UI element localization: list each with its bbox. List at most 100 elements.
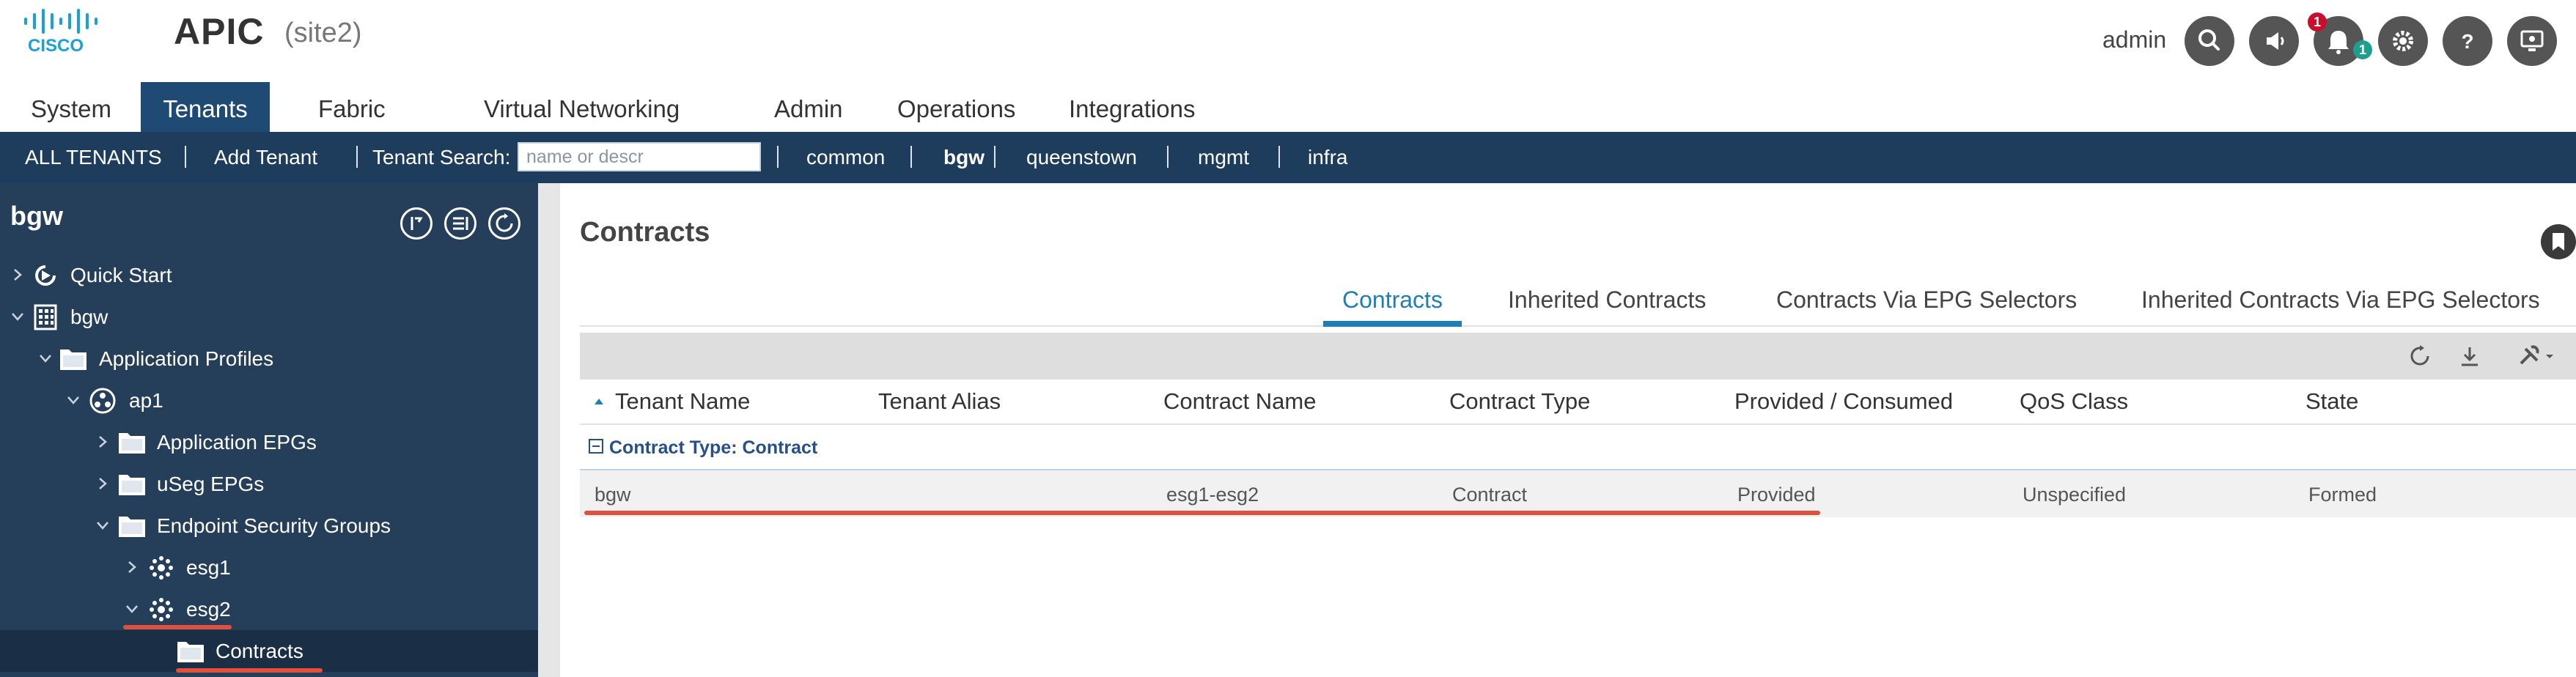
tab-system[interactable]: System [31, 82, 126, 132]
collapse-group-icon[interactable] [589, 439, 603, 454]
tab-integrations[interactable]: Integrations [1069, 82, 1223, 132]
annotation-underline [584, 511, 1820, 515]
chevron-down-icon [40, 355, 51, 363]
download-icon[interactable] [2457, 343, 2483, 369]
column-header-qos-class[interactable]: QoS Class [2020, 380, 2128, 423]
settings-gear-icon [2393, 31, 2413, 51]
pin-tool-button[interactable] [400, 207, 433, 240]
chevron-down-icon [97, 522, 108, 530]
refresh-tree-button[interactable] [488, 207, 520, 240]
folder-icon [177, 642, 204, 662]
tree-item-esg1[interactable]: esg1 [0, 547, 538, 588]
security-group-icon [150, 556, 173, 580]
folder-icon [119, 475, 145, 495]
folder-icon [60, 349, 87, 370]
application-profile-icon [89, 388, 116, 414]
settings-button[interactable] [2378, 16, 2428, 66]
tree-item-label: ap1 [129, 389, 163, 412]
tools-dropdown-icon[interactable] [2517, 343, 2558, 369]
column-header-contract-name[interactable]: Contract Name [1163, 380, 1316, 423]
separator [356, 146, 358, 168]
chevron-down-icon [12, 313, 23, 321]
tree-item-label: Contracts [216, 640, 303, 662]
table-header-row: Tenant Name Tenant Alias Contract Name C… [580, 380, 2576, 425]
all-tenants-link[interactable]: ALL TENANTS [25, 132, 162, 183]
separator [1167, 146, 1169, 168]
cisco-logo: CISCO [24, 9, 97, 54]
panel-divider[interactable] [538, 183, 560, 677]
page-title: Contracts [580, 217, 710, 248]
tab-virtual-networking[interactable]: Virtual Networking [484, 82, 704, 132]
tab-tenants[interactable]: Tenants [141, 82, 270, 132]
tree-item-label: Application Profiles [99, 347, 274, 370]
screen-button[interactable] [2507, 16, 2557, 66]
tab-contracts[interactable]: Contracts [1323, 277, 1462, 327]
tree-item-application-profiles[interactable]: Application Profiles [0, 338, 538, 380]
chevron-right-icon [128, 561, 136, 573]
chevron-right-icon [99, 436, 107, 448]
separator [994, 146, 996, 168]
column-header-tenant-alias[interactable]: Tenant Alias [878, 380, 1001, 423]
tenant-link-mgmt[interactable]: mgmt [1198, 132, 1249, 183]
column-header-state[interactable]: State [2305, 380, 2358, 423]
chevron-down-icon [126, 605, 138, 613]
nav-title: bgw [10, 201, 63, 231]
refresh-icon [496, 213, 513, 232]
tree-item-esg2[interactable]: esg2 [0, 588, 538, 630]
alert-count-badge: 1 [2308, 12, 2327, 32]
tree-item-useg-epgs[interactable]: uSeg EPGs [0, 463, 538, 505]
chevron-down-icon [67, 396, 79, 404]
svg-text:?: ? [2461, 30, 2473, 53]
contract-tabs: Contracts Inherited Contracts Contracts … [580, 277, 2576, 327]
tab-fabric[interactable]: Fabric [318, 82, 413, 132]
separator [910, 146, 912, 168]
cell-qos-class: Unspecified [2023, 484, 2127, 506]
tree-item-ap1[interactable]: ap1 [0, 380, 538, 421]
tab-admin[interactable]: Admin [774, 82, 862, 132]
user-menu[interactable]: admin [2102, 26, 2166, 53]
tenant-bar: ALL TENANTS Add Tenant Tenant Search: co… [0, 132, 2576, 183]
tab-inherited-contracts[interactable]: Inherited Contracts [1508, 277, 1706, 325]
tree-item-label: Application EPGs [157, 431, 317, 454]
tab-operations[interactable]: Operations [897, 82, 1037, 132]
tree-item-tenant-bgw[interactable]: bgw [0, 296, 538, 338]
tenant-search-label: Tenant Search: [372, 146, 511, 169]
separator [185, 146, 186, 168]
help-button[interactable]: ? [2443, 16, 2492, 66]
info-count-badge: 1 [2353, 40, 2372, 59]
security-group-icon [150, 598, 173, 621]
tree-item-label: Quick Start [70, 264, 172, 286]
pin-icon [411, 217, 423, 230]
tenant-link-bgw[interactable]: bgw [943, 132, 985, 183]
column-header-tenant-name[interactable]: Tenant Name [615, 380, 750, 423]
app-title: APIC [174, 11, 265, 52]
table-toolbar [580, 333, 2576, 380]
column-header-provided-consumed[interactable]: Provided / Consumed [1734, 380, 1953, 423]
tree-item-label: esg2 [186, 598, 231, 621]
search-button[interactable] [2185, 16, 2234, 66]
tenant-link-queenstown[interactable]: queenstown [1026, 132, 1137, 183]
column-header-contract-type[interactable]: Contract Type [1449, 380, 1590, 423]
bookmark-icon [2553, 233, 2564, 251]
group-label: Contract Type: Contract [609, 437, 818, 458]
add-tenant-link[interactable]: Add Tenant [214, 132, 317, 183]
tab-inherited-contracts-via-epg-selectors[interactable]: Inherited Contracts Via EPG Selectors [2141, 277, 2540, 325]
tree-item-quick-start[interactable]: Quick Start [0, 254, 538, 296]
bookmark-button[interactable] [2541, 224, 2576, 259]
announcements-button[interactable] [2249, 16, 2299, 66]
cell-state: Formed [2308, 484, 2377, 506]
tree-item-application-epgs[interactable]: Application EPGs [0, 421, 538, 463]
tree-item-endpoint-security-groups[interactable]: Endpoint Security Groups [0, 505, 538, 547]
tenant-link-infra[interactable]: infra [1308, 132, 1347, 183]
list-tool-button[interactable] [444, 207, 476, 240]
tenant-link-common[interactable]: common [806, 132, 885, 183]
group-row-contract-type[interactable]: Contract Type: Contract [580, 423, 2576, 471]
tree-item-contracts[interactable]: Contracts [0, 630, 538, 672]
help-icon: ? [2461, 30, 2473, 53]
chevron-right-icon [14, 269, 22, 281]
refresh-icon[interactable] [2407, 343, 2433, 369]
tenant-search-input[interactable] [518, 142, 761, 171]
tab-contracts-via-epg-selectors[interactable]: Contracts Via EPG Selectors [1776, 277, 2077, 325]
top-header: CISCO APIC (site2) admin 1 1 ? System Te… [0, 0, 2576, 132]
sort-ascending-icon[interactable] [593, 396, 605, 407]
